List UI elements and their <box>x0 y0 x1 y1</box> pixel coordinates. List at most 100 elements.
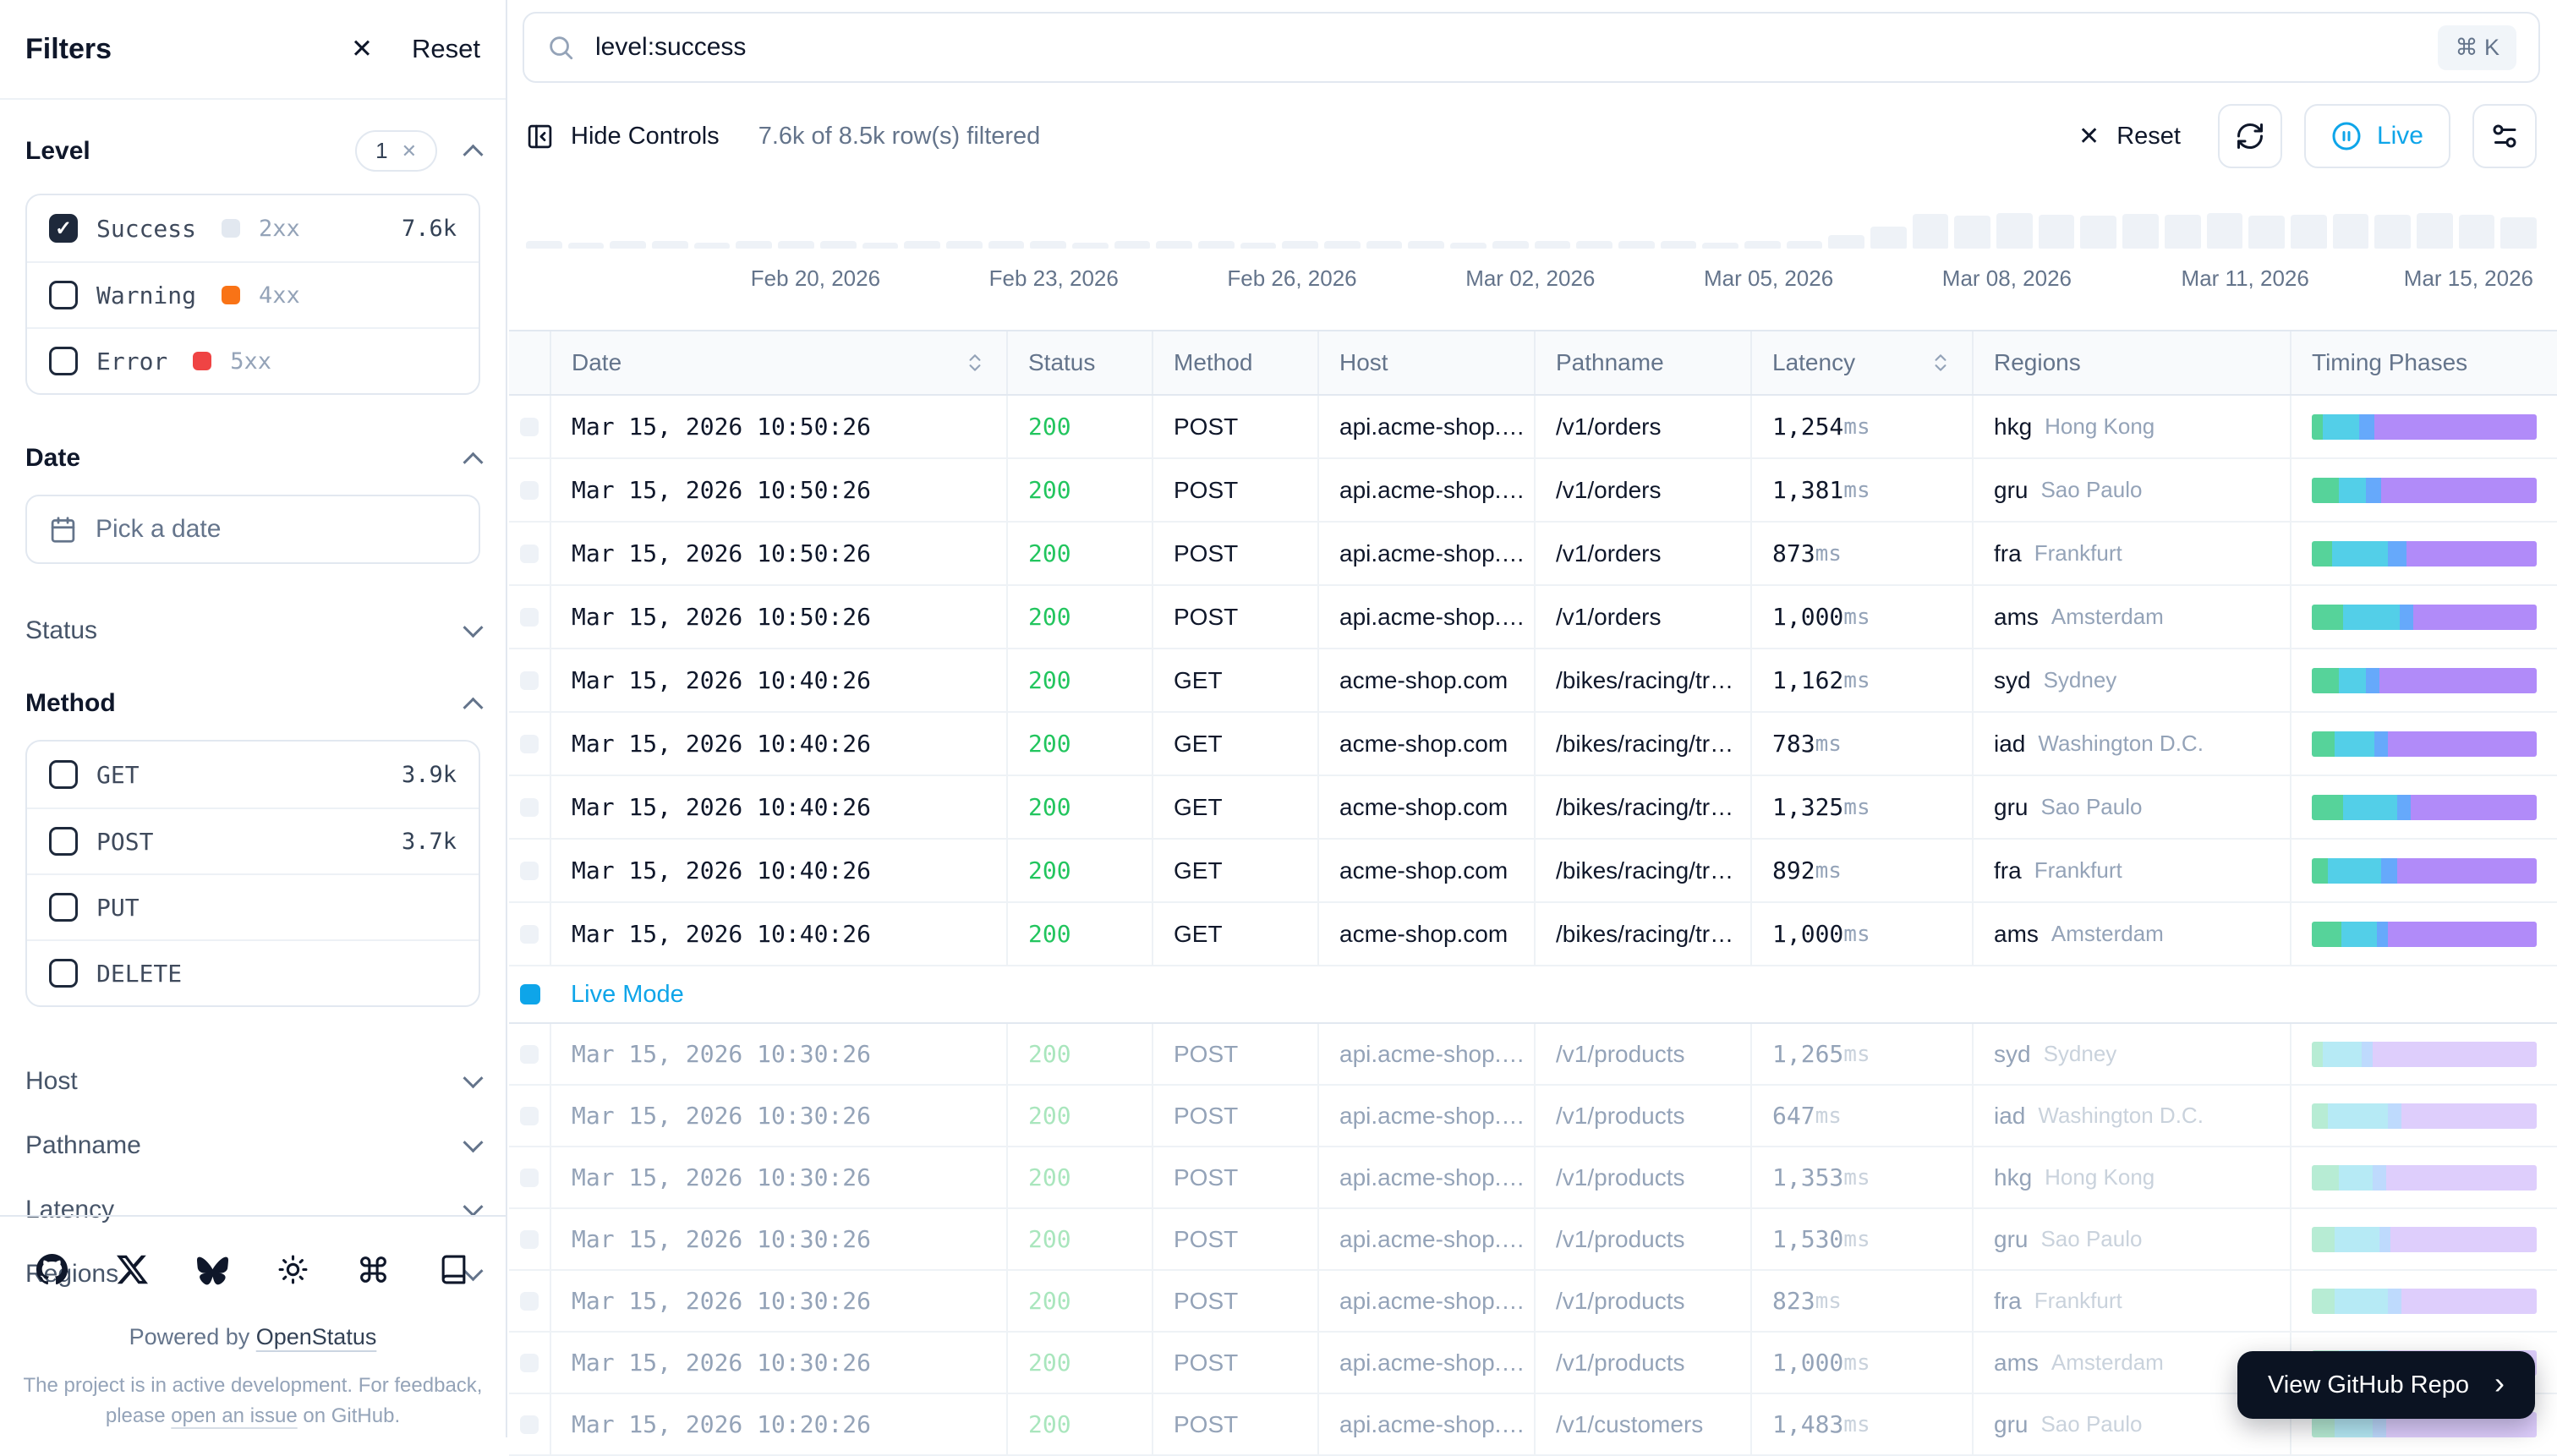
filters-reset-button[interactable]: Reset <box>412 34 480 64</box>
table-row[interactable]: Mar 15, 2026 10:30:26200POSTapi.acme-sho… <box>509 1271 2557 1333</box>
table-row[interactable]: Mar 15, 2026 10:50:26200POSTapi.acme-sho… <box>509 459 2557 523</box>
row-checkbox[interactable] <box>520 1169 539 1187</box>
row-checkbox[interactable] <box>520 1415 539 1434</box>
openstatus-link[interactable]: OpenStatus <box>256 1324 377 1349</box>
header-cell-status[interactable]: Status <box>1006 331 1152 394</box>
row-checkbox[interactable] <box>520 1045 539 1064</box>
table-row[interactable]: Mar 15, 2026 10:30:26200POSTapi.acme-sho… <box>509 1209 2557 1271</box>
row-select-cell[interactable] <box>509 1271 550 1331</box>
chevron-up-icon[interactable] <box>463 452 483 472</box>
chevron-down-icon[interactable] <box>463 1196 483 1217</box>
table-row[interactable]: Mar 15, 2026 10:40:26200GETacme-shop.com… <box>509 903 2557 966</box>
row-select-cell[interactable] <box>509 396 550 457</box>
row-select-cell[interactable] <box>509 776 550 838</box>
checkbox-unchecked[interactable] <box>49 827 78 856</box>
filter-section-pathname[interactable]: Pathname <box>25 1114 480 1178</box>
row-select-cell[interactable] <box>509 459 550 521</box>
header-cell-latency[interactable]: Latency <box>1750 331 1972 394</box>
open-issue-link[interactable]: open an issue <box>171 1404 297 1427</box>
chevron-up-icon[interactable] <box>463 145 483 165</box>
header-cell-host[interactable]: Host <box>1317 331 1534 394</box>
row-checkbox[interactable] <box>520 545 539 563</box>
bluesky-icon[interactable] <box>197 1254 228 1285</box>
table-row[interactable]: Mar 15, 2026 10:40:26200GETacme-shop.com… <box>509 840 2557 903</box>
row-checkbox[interactable] <box>520 862 539 880</box>
method-option-get[interactable]: GET3.9k <box>27 742 479 807</box>
method-option-post[interactable]: POST3.7k <box>27 807 479 873</box>
header-cell-regions[interactable]: Regions <box>1972 331 2290 394</box>
sun-icon[interactable] <box>277 1254 309 1285</box>
checkbox-unchecked[interactable] <box>49 893 78 922</box>
header-cell-date[interactable]: Date <box>550 331 1006 394</box>
hide-controls-button[interactable]: Hide Controls <box>526 123 720 151</box>
level-option-error[interactable]: Error5xx <box>27 327 479 393</box>
row-select-cell[interactable] <box>509 1024 550 1084</box>
checkbox-checked[interactable]: ✓ <box>49 214 78 243</box>
chevron-down-icon[interactable] <box>463 1068 483 1088</box>
row-checkbox[interactable] <box>520 608 539 627</box>
row-checkbox[interactable] <box>520 1230 539 1249</box>
timeline-histogram[interactable] <box>526 194 2537 249</box>
checkbox-unchecked[interactable] <box>49 347 78 375</box>
search-input[interactable] <box>595 33 2417 62</box>
row-checkbox[interactable] <box>520 418 539 436</box>
row-checkbox[interactable] <box>520 735 539 753</box>
row-select-cell[interactable] <box>509 586 550 648</box>
row-select-cell[interactable] <box>509 1209 550 1269</box>
chevron-down-icon[interactable] <box>463 617 483 638</box>
row-select-cell[interactable] <box>509 713 550 775</box>
view-settings-button[interactable] <box>2472 104 2537 168</box>
table-row[interactable]: Mar 15, 2026 10:30:26200POSTapi.acme-sho… <box>509 1147 2557 1209</box>
row-select-cell[interactable] <box>509 903 550 965</box>
row-checkbox[interactable] <box>520 1354 539 1372</box>
table-row[interactable]: Mar 15, 2026 10:30:26200POSTapi.acme-sho… <box>509 1086 2557 1147</box>
row-checkbox[interactable] <box>520 481 539 500</box>
table-row[interactable]: Mar 15, 2026 10:50:26200POSTapi.acme-sho… <box>509 523 2557 586</box>
row-checkbox[interactable] <box>520 798 539 817</box>
level-option-warning[interactable]: Warning4xx <box>27 261 479 327</box>
sort-chevrons-icon[interactable] <box>1930 352 1952 374</box>
row-select-cell[interactable] <box>509 840 550 901</box>
github-icon[interactable] <box>36 1254 68 1285</box>
checkbox-unchecked[interactable] <box>49 281 78 309</box>
table-row[interactable]: Mar 15, 2026 10:40:26200GETacme-shop.com… <box>509 649 2557 713</box>
row-select-cell[interactable] <box>509 1394 550 1454</box>
header-cell-pathname[interactable]: Pathname <box>1534 331 1750 394</box>
live-mode-row[interactable]: Live Mode <box>509 966 2557 1024</box>
row-select-cell[interactable] <box>509 1147 550 1207</box>
date-picker-input[interactable]: Pick a date <box>25 495 480 564</box>
table-row[interactable]: Mar 15, 2026 10:30:26200POSTapi.acme-sho… <box>509 1024 2557 1086</box>
table-row[interactable]: Mar 15, 2026 10:50:26200POSTapi.acme-sho… <box>509 396 2557 459</box>
chevron-down-icon[interactable] <box>463 1132 483 1152</box>
level-option-success[interactable]: ✓Success2xx7.6k <box>27 195 479 261</box>
refresh-button[interactable] <box>2218 104 2282 168</box>
checkbox-unchecked[interactable] <box>49 959 78 988</box>
chevron-up-icon[interactable] <box>463 697 483 717</box>
sort-chevrons-icon[interactable] <box>964 352 986 374</box>
x-twitter-icon[interactable] <box>117 1254 148 1285</box>
toolbar-reset-button[interactable]: ✕ Reset <box>2078 122 2181 151</box>
row-select-cell[interactable] <box>509 649 550 711</box>
header-cell-timing-phases[interactable]: Timing Phases <box>2290 331 2557 394</box>
table-row[interactable]: Mar 15, 2026 10:40:26200GETacme-shop.com… <box>509 776 2557 840</box>
row-checkbox[interactable] <box>520 1292 539 1311</box>
row-select-cell[interactable] <box>509 1333 550 1393</box>
view-github-repo-button[interactable]: View GitHub Repo › <box>2237 1351 2535 1419</box>
row-checkbox[interactable] <box>520 925 539 944</box>
filter-section-host[interactable]: Host <box>25 1049 480 1114</box>
row-checkbox[interactable] <box>520 1107 539 1125</box>
table-row[interactable]: Mar 15, 2026 10:50:26200POSTapi.acme-sho… <box>509 586 2557 649</box>
row-select-cell[interactable] <box>509 1086 550 1146</box>
live-toggle-button[interactable]: Live <box>2304 104 2450 168</box>
method-option-put[interactable]: PUT <box>27 873 479 939</box>
clear-level-filter-icon[interactable]: ✕ <box>402 140 417 162</box>
book-icon[interactable] <box>438 1254 469 1285</box>
level-filter-count-badge[interactable]: 1 ✕ <box>355 130 437 172</box>
header-cell-method[interactable]: Method <box>1152 331 1317 394</box>
row-select-cell[interactable] <box>509 523 550 584</box>
close-filters-icon[interactable]: ✕ <box>351 34 373 64</box>
row-checkbox[interactable] <box>520 671 539 690</box>
command-icon[interactable] <box>358 1254 389 1285</box>
table-row[interactable]: Mar 15, 2026 10:40:26200GETacme-shop.com… <box>509 713 2557 776</box>
checkbox-unchecked[interactable] <box>49 760 78 789</box>
